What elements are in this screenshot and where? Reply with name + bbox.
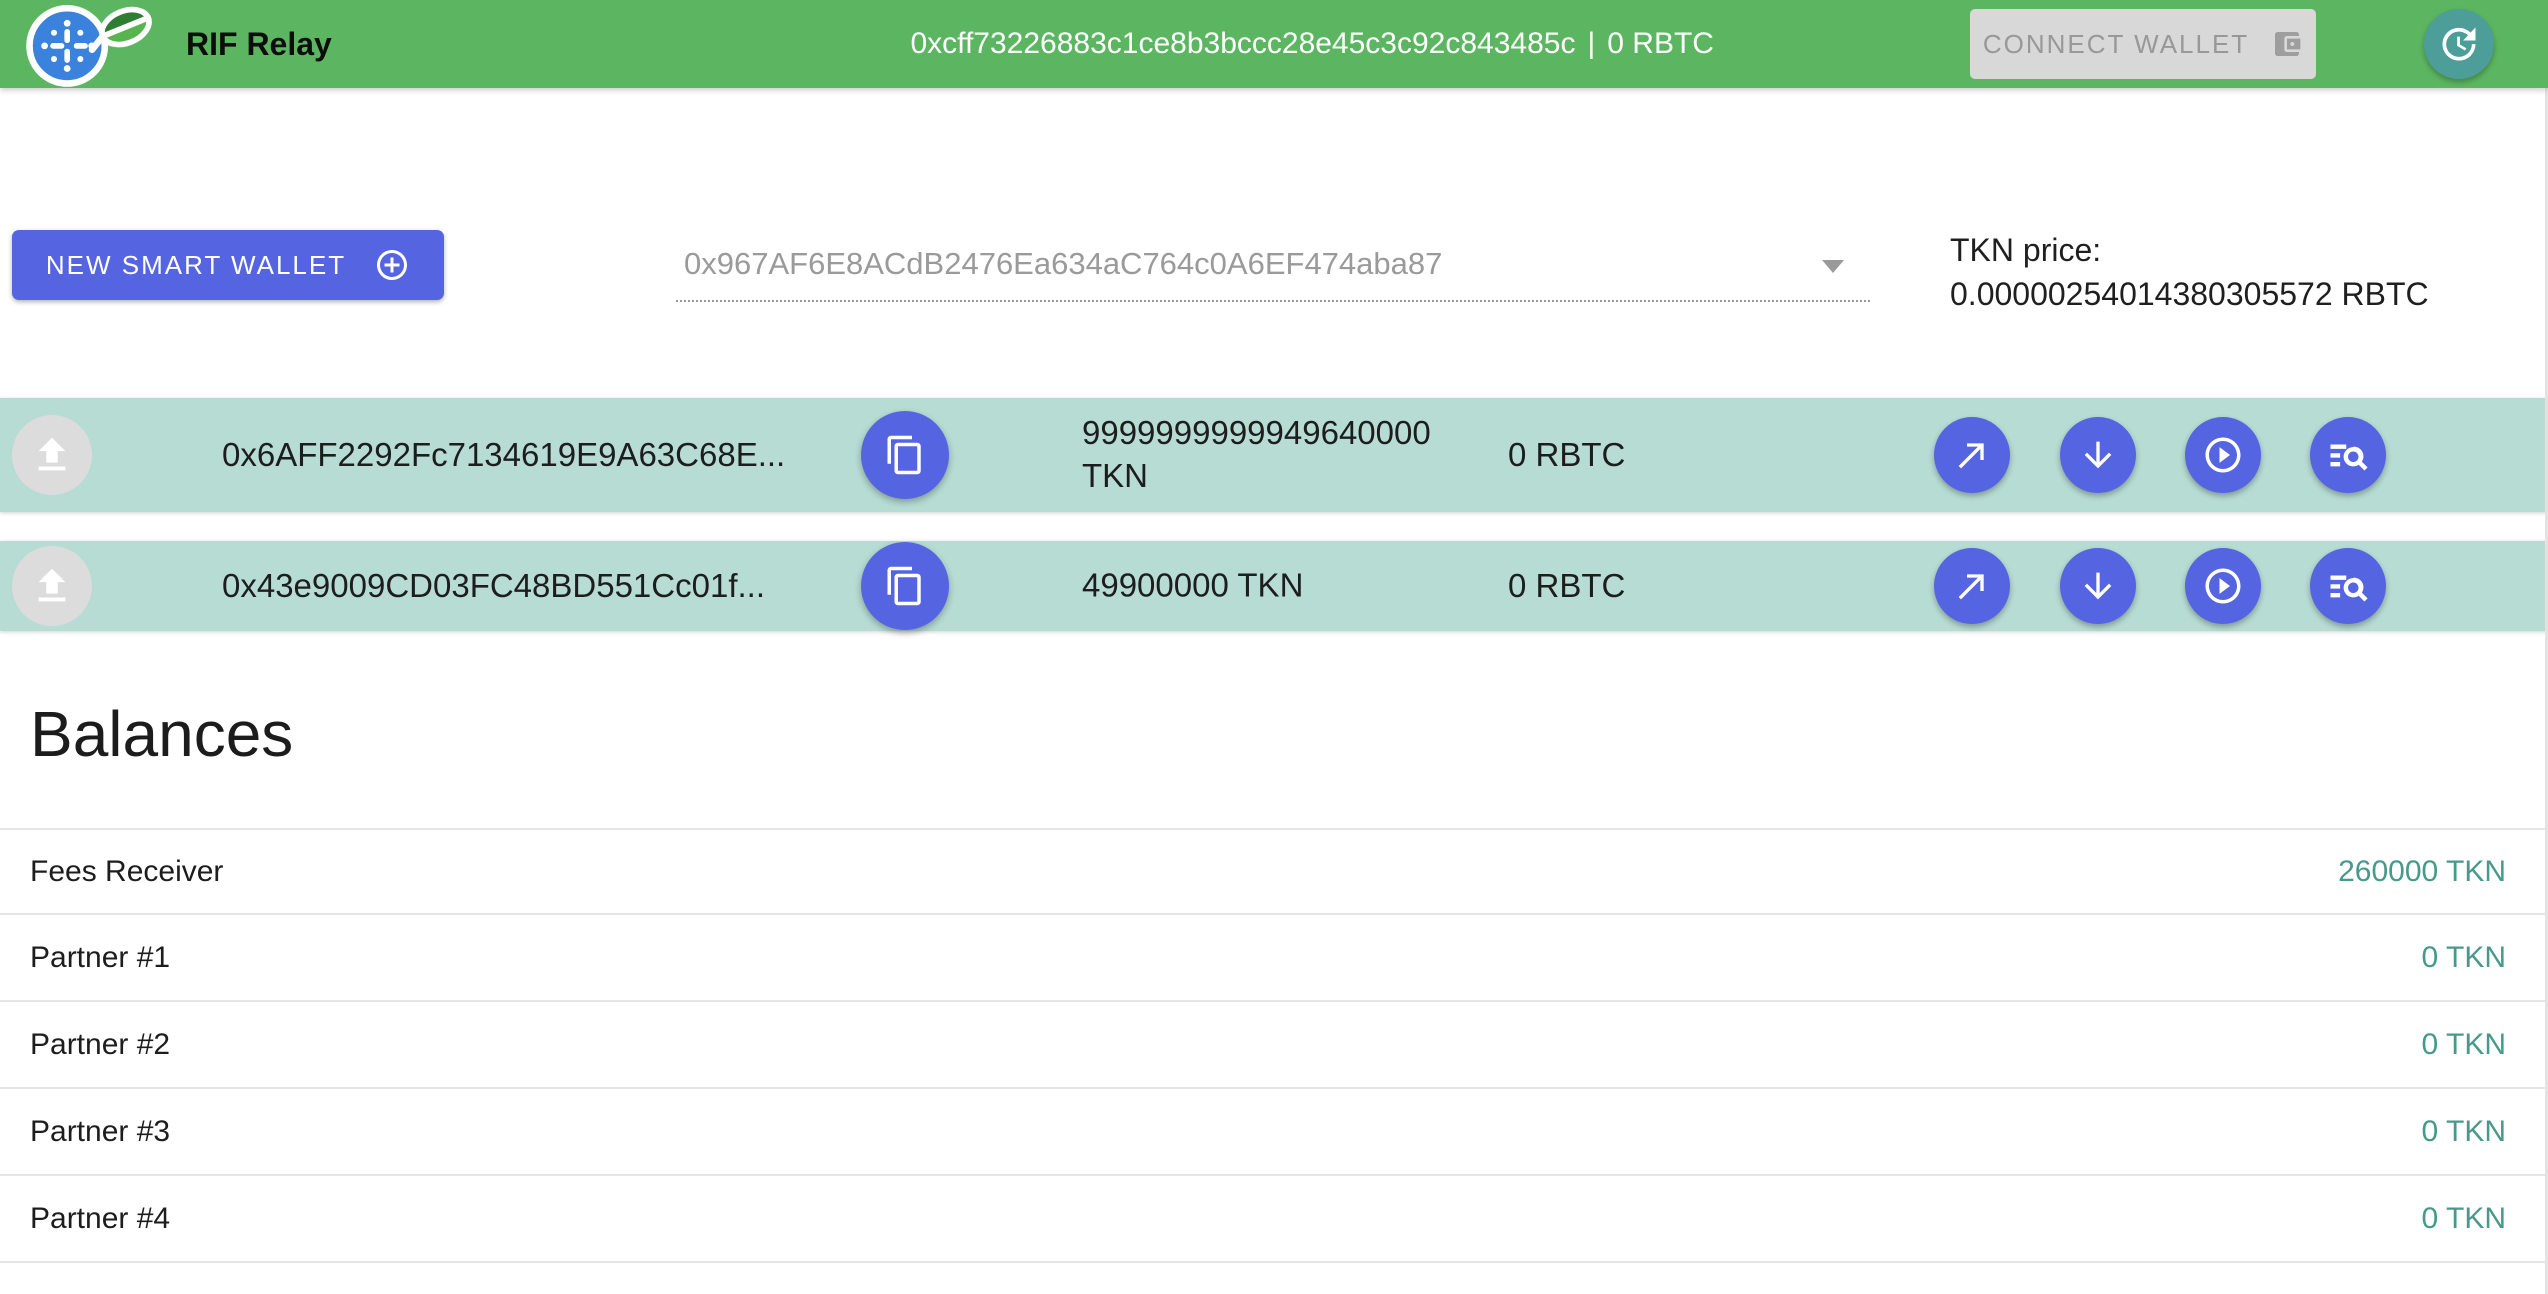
token-price-value: 0.00000254014380305572 RBTC — [1950, 272, 2429, 316]
header-account-address: 0xcff73226883c1ce8b3bccc28e45c3c92c84348… — [910, 27, 1575, 61]
refresh-button[interactable] — [2424, 9, 2494, 79]
balance-label: Fees Receiver — [30, 855, 223, 889]
balance-row-partner-3: Partner #3 0 TKN — [0, 1089, 2548, 1176]
copy-icon — [884, 565, 926, 607]
token-price: TKN price: 0.00000254014380305572 RBTC — [1950, 228, 2429, 316]
arrow-up-right-icon — [1952, 435, 1992, 475]
upload-icon — [29, 432, 75, 478]
transfer-button[interactable] — [1934, 417, 2010, 493]
balances-title: Balances — [30, 702, 293, 766]
app-header: RIF Relay 0xcff73226883c1ce8b3bccc28e45c… — [0, 0, 2548, 88]
balance-label: Partner #2 — [30, 1028, 170, 1062]
smart-wallet-select[interactable]: 0x967AF6E8ACdB2476Ea634aC764c0A6EF474aba… — [676, 228, 1870, 302]
header-account-balance: 0 RBTC — [1607, 27, 1714, 61]
rif-relay-logo-icon — [22, 0, 182, 90]
balance-value: 0 TKN — [2422, 1202, 2506, 1236]
list-search-icon — [2327, 565, 2369, 607]
deploy-wallet-button[interactable] — [12, 415, 92, 495]
rif-relay-app: RIF Relay 0xcff73226883c1ce8b3bccc28e45c… — [0, 0, 2548, 1294]
wallet-rbtc-balance: 0 RBTC — [1508, 436, 1625, 474]
balance-value: 260000 TKN — [2338, 855, 2506, 889]
arrow-down-icon — [2078, 435, 2118, 475]
new-smart-wallet-button[interactable]: NEW SMART WALLET — [12, 230, 444, 300]
copy-icon — [884, 434, 926, 476]
header-account: 0xcff73226883c1ce8b3bccc28e45c3c92c84348… — [910, 27, 1713, 61]
receive-button[interactable] — [2060, 417, 2136, 493]
copy-address-button[interactable] — [861, 411, 949, 499]
balance-row-partner-4: Partner #4 0 TKN — [0, 1176, 2548, 1263]
execute-button[interactable] — [2185, 417, 2261, 493]
smart-wallet-row-2: 0x43e9009CD03FC48BD551Cc01f... 49900000 … — [0, 541, 2548, 631]
balance-label: Partner #1 — [30, 941, 170, 975]
smart-wallet-row-1: 0x6AFF2292Fc7134619E9A63C68E... 99999999… — [0, 398, 2548, 512]
arrow-down-icon — [2078, 566, 2118, 606]
header-account-separator: | — [1587, 27, 1595, 61]
balance-row-fees-receiver: Fees Receiver 260000 TKN — [0, 828, 2548, 915]
wallet-token-balance: 9999999999949640000 TKN — [1082, 412, 1462, 498]
wallet-rbtc-balance: 0 RBTC — [1508, 567, 1625, 605]
balance-row-partner-2: Partner #2 0 TKN — [0, 1002, 2548, 1089]
balances-table: Fees Receiver 260000 TKN Partner #1 0 TK… — [0, 828, 2548, 1263]
wallet-address: 0x6AFF2292Fc7134619E9A63C68E... — [222, 436, 785, 474]
wallet-token-balance: 49900000 TKN — [1082, 565, 1462, 608]
connect-wallet-button[interactable]: CONNECT WALLET — [1970, 9, 2316, 79]
transfer-button[interactable] — [1934, 548, 2010, 624]
inspect-button[interactable] — [2310, 417, 2386, 493]
execute-button[interactable] — [2185, 548, 2261, 624]
inspect-button[interactable] — [2310, 548, 2386, 624]
balance-label: Partner #3 — [30, 1115, 170, 1149]
play-circle-icon — [2202, 565, 2244, 607]
dropdown-arrow-icon — [1822, 260, 1844, 273]
plus-circle-icon — [374, 247, 410, 283]
upload-icon — [29, 563, 75, 609]
app-title: RIF Relay — [186, 26, 332, 63]
deploy-wallet-button[interactable] — [12, 546, 92, 626]
balance-label: Partner #4 — [30, 1202, 170, 1236]
receive-button[interactable] — [2060, 548, 2136, 624]
arrow-up-right-icon — [1952, 566, 1992, 606]
balance-row-partner-1: Partner #1 0 TKN — [0, 915, 2548, 1002]
copy-address-button[interactable] — [861, 542, 949, 630]
wallet-icon — [2271, 28, 2303, 60]
update-clock-icon — [2437, 22, 2481, 66]
list-search-icon — [2327, 434, 2369, 476]
wallet-address: 0x43e9009CD03FC48BD551Cc01f... — [222, 567, 765, 605]
balance-value: 0 TKN — [2422, 1028, 2506, 1062]
play-circle-icon — [2202, 434, 2244, 476]
selected-wallet-address: 0x967AF6E8ACdB2476Ea634aC764c0A6EF474aba… — [676, 246, 1442, 282]
connect-wallet-label: CONNECT WALLET — [1983, 29, 2249, 60]
token-price-label: TKN price: — [1950, 228, 2429, 272]
balance-value: 0 TKN — [2422, 1115, 2506, 1149]
new-smart-wallet-label: NEW SMART WALLET — [46, 250, 346, 281]
balance-value: 0 TKN — [2422, 941, 2506, 975]
